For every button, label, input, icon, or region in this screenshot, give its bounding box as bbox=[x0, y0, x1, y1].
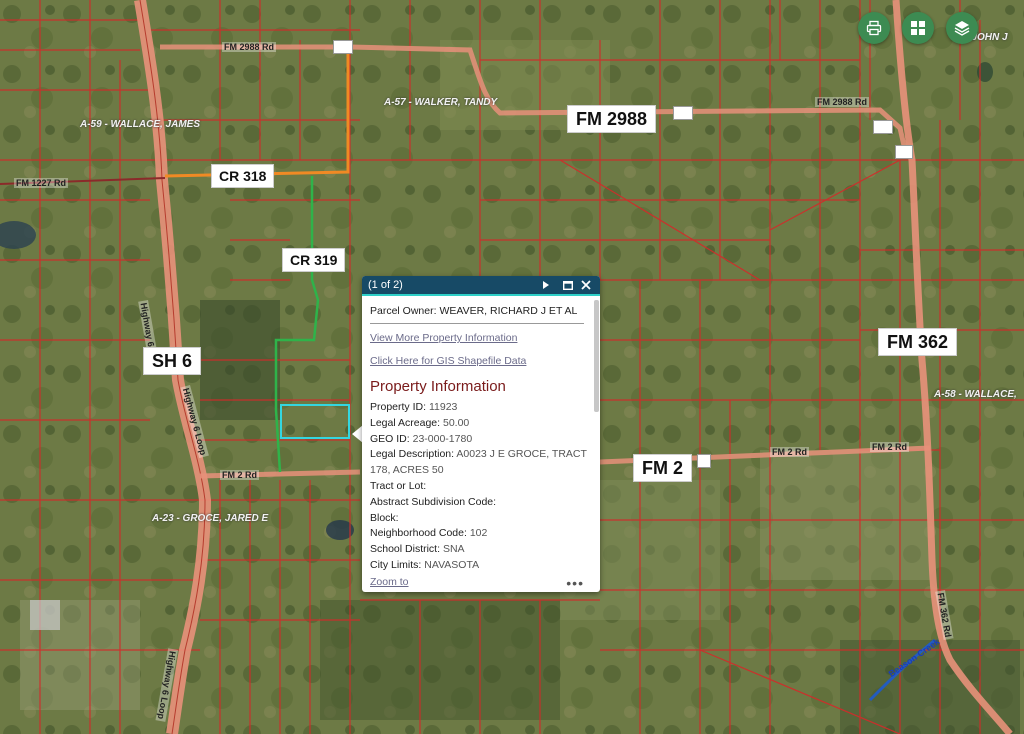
survey-label-walker-tandy: A-57 - WALKER, TANDY bbox=[384, 97, 498, 108]
property-info-heading: Property Information bbox=[370, 378, 506, 395]
property-field-row: Block: bbox=[370, 511, 590, 527]
property-field-value: 102 bbox=[469, 527, 488, 540]
view-more-info-link[interactable]: View More Property Information bbox=[370, 332, 590, 344]
property-field-row: City Limits: NAVASOTA bbox=[370, 558, 590, 574]
survey-label-wallace: A-58 - WALLACE, bbox=[934, 389, 1017, 400]
highway-shield-icon bbox=[697, 454, 711, 468]
road-text-fm2988-right: FM 2988 Rd bbox=[815, 97, 870, 107]
layers-icon bbox=[954, 21, 970, 36]
property-field-row: Property ID: 11923 bbox=[370, 400, 590, 416]
highway-shield-icon bbox=[333, 40, 353, 54]
property-field-label: Block: bbox=[370, 511, 399, 524]
property-field-value: 50.00 bbox=[442, 416, 470, 429]
play-next-icon bbox=[543, 281, 549, 289]
road-text-fm2-right: FM 2 Rd bbox=[870, 442, 909, 452]
printer-icon bbox=[866, 20, 882, 36]
property-field-value: 11923 bbox=[428, 401, 458, 413]
parcel-popup: (1 of 2) Parcel Owner: WEAVER, RICHARD J… bbox=[362, 276, 600, 592]
popup-scrollbar[interactable] bbox=[594, 300, 599, 590]
road-label-fm2988: FM 2988 bbox=[567, 105, 657, 133]
property-field-label: Legal Description: bbox=[370, 448, 455, 461]
popup-body: Parcel Owner: WEAVER, RICHARD J ET AL Vi… bbox=[362, 298, 590, 592]
property-field-row: GEO ID: 23-000-1780 bbox=[370, 432, 590, 448]
property-field-value: SNA bbox=[442, 543, 465, 556]
road-label-fm362: FM 362 bbox=[878, 328, 958, 356]
road-label-sh6: SH 6 bbox=[143, 347, 202, 375]
close-icon bbox=[581, 280, 591, 290]
more-actions-button[interactable]: ••• bbox=[566, 576, 584, 590]
next-feature-button[interactable] bbox=[538, 277, 554, 293]
property-field-label: Tract or Lot: bbox=[370, 479, 427, 492]
highway-shield-icon bbox=[873, 120, 893, 134]
property-field-row: Legal Acreage: 50.00 bbox=[370, 416, 590, 432]
grid-icon bbox=[911, 21, 925, 35]
survey-label-wallace-james: A-59 - WALLACE, JAMES bbox=[80, 119, 201, 130]
property-field-label: Legal Acreage: bbox=[370, 416, 441, 429]
property-field-row: Tract or Lot: bbox=[370, 479, 590, 495]
property-fields: Property ID: 11923 Legal Acreage: 50.00 GE… bbox=[370, 400, 590, 574]
road-text-fm1227: FM 1227 Rd bbox=[14, 178, 69, 188]
popup-feature-counter: (1 of 2) bbox=[368, 279, 403, 291]
property-field-label: Abstract Subdivision Code: bbox=[370, 495, 497, 508]
property-field-label: Property ID: bbox=[370, 401, 427, 413]
property-field-value: 23-000-1780 bbox=[412, 432, 473, 445]
parcel-owner: Parcel Owner: WEAVER, RICHARD J ET AL bbox=[370, 305, 590, 317]
property-field-label: Neighborhood Code: bbox=[370, 527, 467, 540]
basemap-gallery-button[interactable] bbox=[902, 12, 934, 44]
property-field-row: Neighborhood Code: 102 bbox=[370, 526, 590, 542]
road-label-cr318: CR 318 bbox=[211, 164, 275, 188]
road-text-fm2-left: FM 2 Rd bbox=[220, 470, 259, 480]
parcel-owner-label: Parcel Owner: bbox=[370, 305, 437, 317]
property-field-row: School District: SNA bbox=[370, 542, 590, 558]
print-button[interactable] bbox=[858, 12, 890, 44]
highway-shield-icon bbox=[895, 145, 913, 159]
maximize-icon bbox=[563, 280, 573, 290]
maximize-button[interactable] bbox=[560, 277, 576, 293]
property-field-label: GEO ID: bbox=[370, 432, 410, 445]
road-text-fm2988-left: FM 2988 Rd bbox=[222, 42, 277, 52]
close-button[interactable] bbox=[578, 277, 594, 293]
scrollbar-thumb[interactable] bbox=[594, 300, 599, 412]
property-field-label: City Limits: bbox=[370, 558, 422, 571]
survey-label-groce-jared: A-23 - GROCE, JARED E bbox=[152, 513, 269, 524]
popup-header: (1 of 2) bbox=[362, 276, 600, 296]
popup-divider bbox=[370, 323, 584, 324]
road-label-cr319: CR 319 bbox=[282, 248, 346, 272]
layers-button[interactable] bbox=[946, 12, 978, 44]
parcel-owner-value: WEAVER, RICHARD J ET AL bbox=[439, 305, 578, 317]
property-field-value: NAVASOTA bbox=[424, 558, 480, 571]
property-field-row: Abstract Subdivision Code: bbox=[370, 495, 590, 511]
gis-shapefile-link[interactable]: Click Here for GIS Shapefile Data bbox=[370, 355, 590, 367]
highway-shield-icon bbox=[673, 106, 693, 120]
property-field-row: Legal Description: A0023 J E GROCE, TRAC… bbox=[370, 447, 590, 479]
zoom-to-link[interactable]: Zoom to bbox=[370, 576, 409, 588]
road-label-fm2: FM 2 bbox=[633, 454, 693, 482]
property-field-label: School District: bbox=[370, 543, 441, 556]
road-text-fm2-mid: FM 2 Rd bbox=[770, 447, 809, 457]
